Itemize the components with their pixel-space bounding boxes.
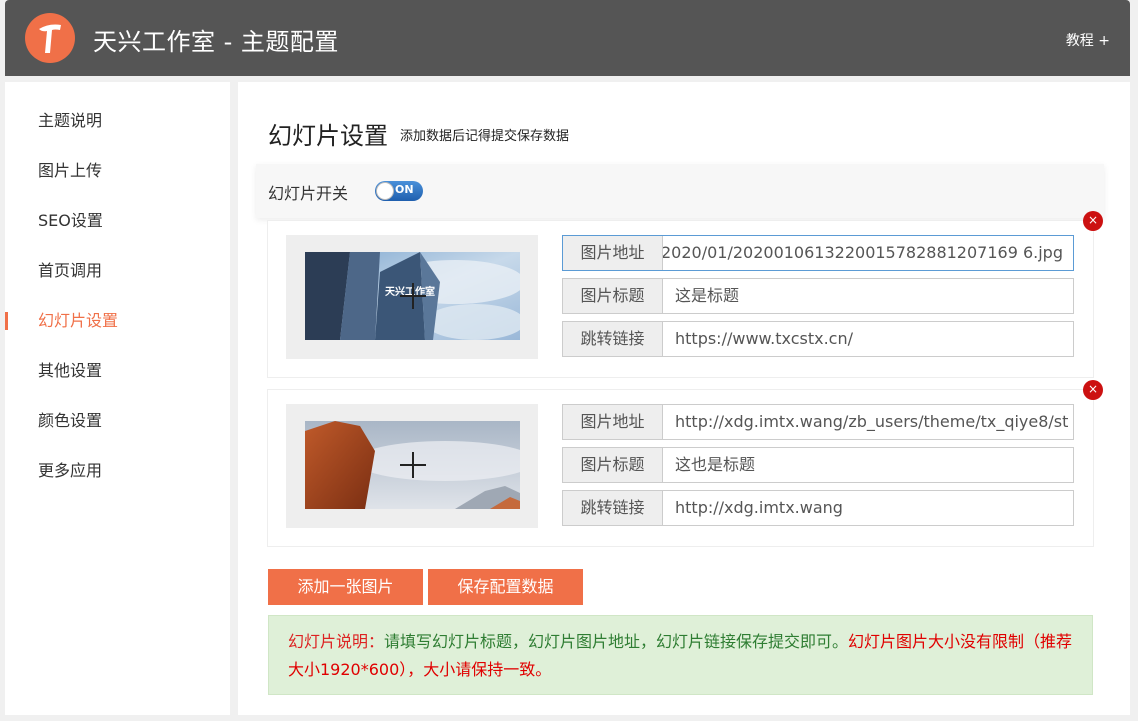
link-field[interactable]: 跳转链接 http://xdg.imtx.wang (562, 490, 1074, 526)
slide-image-picker[interactable]: 天兴工作室 (286, 235, 538, 359)
delete-slide-icon[interactable]: × (1083, 380, 1103, 400)
sidebar-item-image-upload[interactable]: 图片上传 (5, 156, 230, 186)
main-panel: 幻灯片设置 添加数据后记得提交保存数据 幻灯片开关 ON 天兴工作室 图片地址 … (238, 82, 1130, 715)
image-url-input[interactable]: http://xdg.imtx.wang/zb_users/theme/tx_q… (663, 405, 1073, 439)
sidebar-item-homepage[interactable]: 首页调用 (5, 256, 230, 286)
image-url-input[interactable]: ad/2020/01/2020010613220015782881207169 … (663, 236, 1073, 270)
slide-image-picker[interactable] (286, 404, 538, 528)
delete-slide-icon[interactable]: × (1083, 211, 1103, 231)
studio-logo (25, 13, 75, 63)
add-image-button[interactable]: 添加一张图片 (268, 569, 423, 605)
notice-body: 请填写幻灯片标题，幻灯片图片地址，幻灯片链接保存提交即可。 (384, 632, 849, 651)
save-config-button[interactable]: 保存配置数据 (428, 569, 583, 605)
link-label: 跳转链接 (563, 491, 663, 525)
link-input[interactable]: http://xdg.imtx.wang (663, 491, 1073, 525)
image-url-label: 图片地址 (563, 236, 663, 270)
toggle-state: ON (395, 183, 414, 196)
sidebar-item-other[interactable]: 其他设置 (5, 356, 230, 386)
image-url-field[interactable]: 图片地址 http://xdg.imtx.wang/zb_users/theme… (562, 404, 1074, 440)
link-input[interactable]: https://www.txcstx.cn/ (663, 322, 1073, 356)
image-url-field[interactable]: 图片地址 ad/2020/01/202001061322001578288120… (562, 235, 1074, 271)
sidebar-item-theme-intro[interactable]: 主题说明 (5, 106, 230, 136)
sidebar-item-colors[interactable]: 颜色设置 (5, 406, 230, 436)
notice-heading: 幻灯片说明： (288, 632, 385, 651)
slideshow-toggle[interactable]: ON (375, 181, 423, 201)
page-hint: 添加数据后记得提交保存数据 (400, 129, 570, 144)
image-title-label: 图片标题 (563, 279, 663, 313)
link-field[interactable]: 跳转链接 https://www.txcstx.cn/ (562, 321, 1074, 357)
sidebar-item-slideshow[interactable]: 幻灯片设置 (5, 306, 230, 336)
sidebar-item-more-apps[interactable]: 更多应用 (5, 456, 230, 486)
sidebar: 主题说明 图片上传 SEO设置 首页调用 幻灯片设置 其他设置 颜色设置 更多应… (5, 82, 230, 715)
app-title: 天兴工作室 - 主题配置 (93, 28, 339, 56)
slide-card: 图片地址 http://xdg.imtx.wang/zb_users/theme… (267, 389, 1094, 547)
toggle-knob (376, 182, 394, 200)
image-title-field[interactable]: 图片标题 这也是标题 (562, 447, 1074, 483)
slideshow-notice: 幻灯片说明：请填写幻灯片标题，幻灯片图片地址，幻灯片链接保存提交即可。幻灯片图片… (268, 615, 1093, 695)
add-image-plus-icon (400, 452, 426, 478)
app-header: 天兴工作室 - 主题配置 教程 + (5, 0, 1130, 76)
switch-label: 幻灯片开关 (268, 184, 349, 203)
slideshow-switch-row: 幻灯片开关 ON (256, 164, 1104, 218)
image-title-input[interactable]: 这也是标题 (663, 448, 1073, 482)
sidebar-item-seo[interactable]: SEO设置 (5, 206, 230, 236)
slide-card: 天兴工作室 图片地址 ad/2020/01/202001061322001578… (267, 220, 1094, 378)
slide-thumbnail: 天兴工作室 (305, 252, 520, 340)
link-label: 跳转链接 (563, 322, 663, 356)
tutorial-menu[interactable]: 教程 + (1066, 30, 1110, 50)
image-url-label: 图片地址 (563, 405, 663, 439)
image-title-label: 图片标题 (563, 448, 663, 482)
slide-thumbnail (305, 421, 520, 509)
image-title-field[interactable]: 图片标题 这是标题 (562, 278, 1074, 314)
add-image-plus-icon (400, 283, 426, 309)
image-title-input[interactable]: 这是标题 (663, 279, 1073, 313)
page-title: 幻灯片设置 (268, 122, 388, 150)
